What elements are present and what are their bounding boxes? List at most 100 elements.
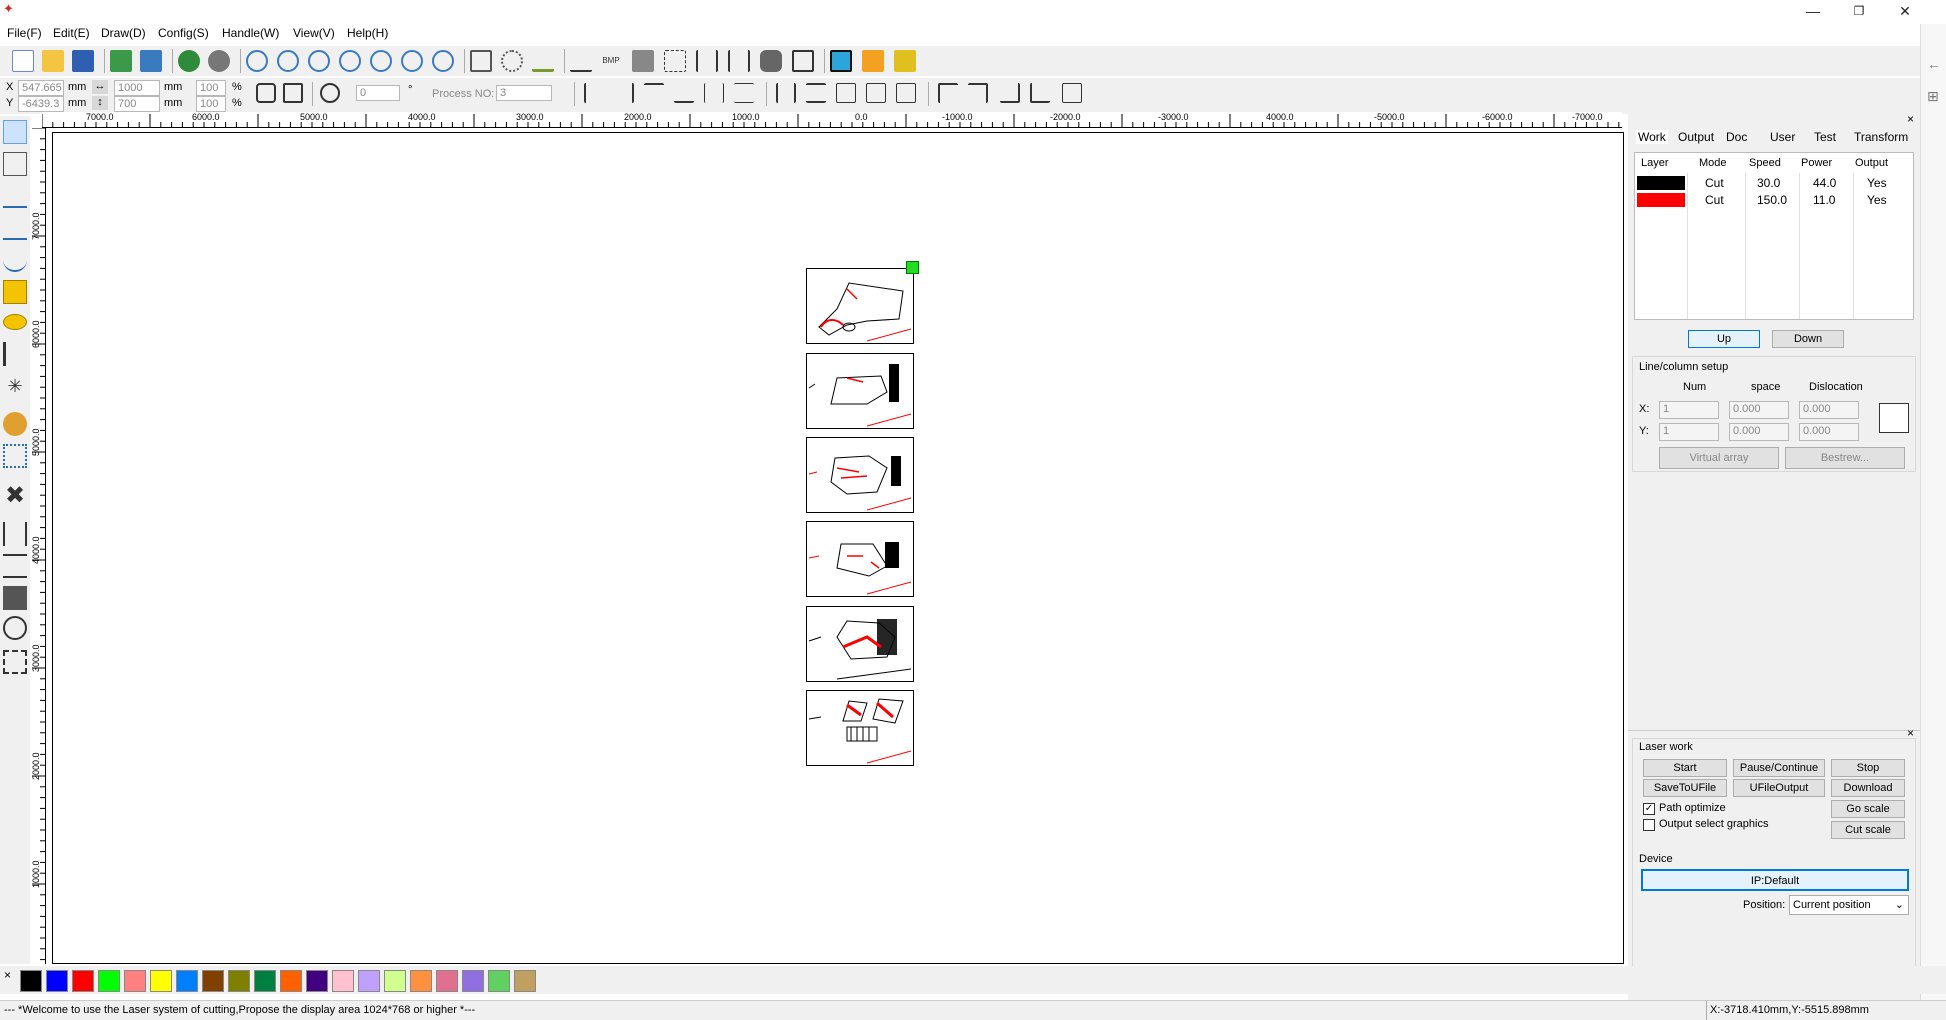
height-field[interactable]: 700 [114,96,160,112]
ufile-output-button[interactable]: UFileOutput [1733,779,1825,797]
back-arrow-icon[interactable]: ← [1927,56,1941,72]
text-tool-icon[interactable] [3,342,27,366]
rotate-angle-field[interactable]: 0 [356,85,400,101]
color-swatch[interactable] [410,970,432,992]
color-swatch[interactable] [124,970,146,992]
color-swatch[interactable] [150,970,172,992]
virtual-array-button[interactable]: Virtual array [1659,447,1779,469]
menu-help[interactable]: Help(H) [347,26,388,40]
color-swatch[interactable] [462,970,484,992]
layout-settings-icon[interactable] [894,50,916,72]
layer-row[interactable]: Cut 150.0 11.0 Yes [1635,192,1913,208]
move-top-left-icon[interactable] [938,83,958,103]
color-swatch[interactable] [514,970,536,992]
move-center-icon[interactable] [1062,83,1082,103]
import-icon[interactable] [110,50,132,72]
layer-color-swatch[interactable] [1637,193,1685,207]
v-equal-spacing-icon[interactable] [806,83,826,103]
delete-icon[interactable]: ✖ [3,484,27,508]
curve-icon[interactable] [570,50,592,72]
color-swatch[interactable] [72,970,94,992]
artwork-piece[interactable] [806,521,914,597]
y-space-field[interactable]: 0.000 [1729,423,1789,441]
artwork-piece[interactable] [806,606,914,682]
cut-scale-button[interactable]: Cut scale [1831,821,1905,839]
layer-row[interactable]: Cut 30.0 44.0 Yes [1635,175,1913,191]
grid-array-icon[interactable] [3,444,27,468]
zoom-select-icon[interactable] [246,50,268,72]
scale-y-field[interactable]: 100 [196,96,226,112]
open-folder-icon[interactable] [42,50,64,72]
color-swatch[interactable] [176,970,198,992]
move-bottom-right-icon[interactable] [1000,83,1020,103]
x-num-field[interactable]: 1 [1659,401,1719,419]
position-select[interactable]: Current position ⌄ [1789,895,1909,915]
same-size-icon[interactable] [896,83,916,103]
color-swatch[interactable] [436,970,458,992]
node-edit-icon[interactable] [3,152,27,176]
zoom-fit-icon[interactable] [401,50,423,72]
h-equal-spacing-icon[interactable] [776,83,796,103]
tab-user[interactable]: User [1770,130,1795,144]
save-icon[interactable] [72,50,94,72]
size-icon[interactable] [696,50,718,72]
mirror-vertical-icon[interactable] [3,554,27,578]
tab-test[interactable]: Test [1814,130,1836,144]
menu-file[interactable]: File(F) [7,26,42,40]
array-tool-icon[interactable] [3,650,27,674]
bmp-icon[interactable]: BMP [600,50,622,72]
align-right-icon[interactable] [614,83,634,103]
zoom-window-icon[interactable] [432,50,454,72]
color-swatch[interactable] [46,970,68,992]
artwork-piece[interactable] [806,353,914,429]
node-edit-icon[interactable] [501,50,523,72]
move-top-right-icon[interactable] [968,83,988,103]
menu-view[interactable]: View(V) [293,26,335,40]
zoom-in-icon[interactable] [277,50,299,72]
x-position-field[interactable]: 547.665 [18,80,64,96]
drawing-canvas[interactable] [52,132,1624,964]
close-window-button[interactable]: ✕ [1882,0,1928,24]
tab-work[interactable]: Work [1636,130,1668,144]
tab-doc[interactable]: Doc [1726,130,1747,144]
color-swatch[interactable] [98,970,120,992]
artwork-piece[interactable] [806,268,914,344]
bring-front-icon[interactable] [3,586,27,610]
move-bottom-left-icon[interactable] [1030,83,1050,103]
layout-icon[interactable] [862,50,884,72]
panel-close-icon[interactable]: × [1907,112,1914,126]
layer-up-button[interactable]: Up [1688,330,1760,348]
array-grid-icon[interactable] [1879,403,1909,433]
x-space-field[interactable]: 0.000 [1729,401,1789,419]
new-file-icon[interactable] [12,50,34,72]
restore-button[interactable]: ❐ [1836,0,1882,24]
point-tool-icon[interactable]: ✳ [3,374,27,398]
monitor-icon[interactable] [830,50,852,72]
doc-icon[interactable] [792,50,814,72]
color-swatch[interactable] [20,970,42,992]
lock-ratio-icon[interactable] [256,83,276,103]
x-dislocation-field[interactable]: 0.000 [1799,401,1859,419]
download-button[interactable]: Download [1831,779,1905,797]
export-icon[interactable] [140,50,162,72]
palette-close-icon[interactable]: × [4,968,11,982]
fill-icon[interactable] [632,50,654,72]
color-swatch[interactable] [306,970,328,992]
distance-icon[interactable] [728,50,750,72]
same-width-icon[interactable] [836,83,856,103]
curve-smooth-icon[interactable] [532,50,554,72]
align-hcenter-icon[interactable] [704,83,724,103]
menu-handle[interactable]: Handle(W) [222,26,279,40]
color-swatch[interactable] [228,970,250,992]
save-to-ufile-button[interactable]: SaveToUFile [1643,779,1727,797]
color-swatch[interactable] [254,970,276,992]
artwork-piece[interactable] [806,690,914,766]
ip-default-button[interactable]: IP:Default [1641,869,1909,891]
pause-continue-button[interactable]: Pause/Continue [1733,759,1825,777]
menu-config[interactable]: Config(S) [158,26,209,40]
y-dislocation-field[interactable]: 0.000 [1799,423,1859,441]
color-swatch[interactable] [358,970,380,992]
output-select-checkbox[interactable] [1643,819,1655,831]
laser-head-icon[interactable] [760,50,782,72]
color-swatch[interactable] [488,970,510,992]
